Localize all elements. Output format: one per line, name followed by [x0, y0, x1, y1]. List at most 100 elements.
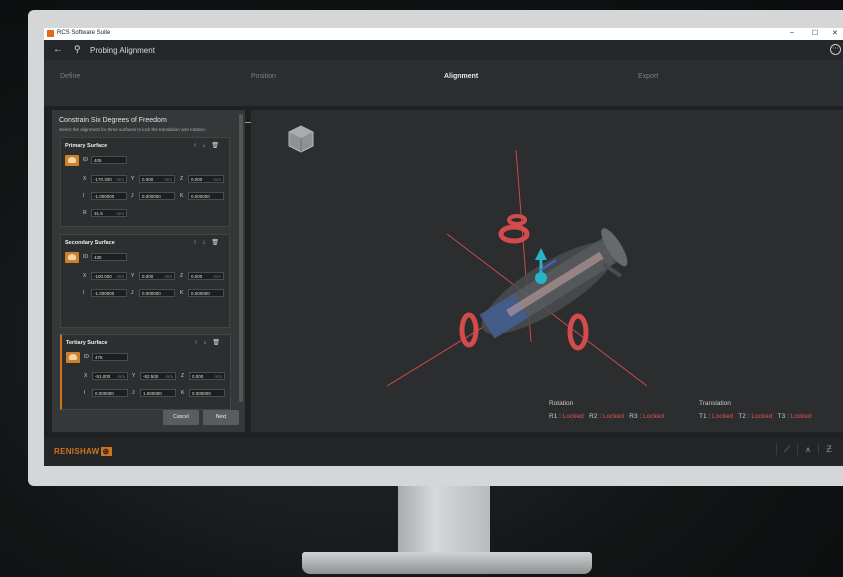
- r3-status: Locked: [642, 413, 664, 420]
- r1-status: Locked: [562, 413, 584, 420]
- monitor-stand-neck: [398, 486, 490, 554]
- step-export[interactable]: Export: [638, 73, 658, 80]
- translation-title: Translation: [699, 400, 731, 407]
- surface-id-field[interactable]: 430: [91, 253, 127, 261]
- r3-label: R3 :: [629, 413, 642, 420]
- delete-icon[interactable]: 🗑: [211, 240, 225, 246]
- rotation-title: Rotation: [549, 400, 574, 407]
- k-field[interactable]: 0.000000: [189, 389, 225, 397]
- y-field[interactable]: -82.500 mm: [140, 372, 176, 380]
- j-label: J: [131, 290, 134, 296]
- cylinder-body-shape: [479, 228, 628, 339]
- cylinder-surface-icon[interactable]: [65, 155, 79, 166]
- app-screen: RCS Software Suite – ☐ ✕ ← ⚲ Probing Ali…: [44, 28, 843, 466]
- j-field[interactable]: 0.000000: [139, 192, 175, 200]
- y-label: Y: [131, 176, 135, 182]
- r-label: R: [83, 210, 87, 216]
- z-field[interactable]: 0.000 mm: [189, 372, 225, 380]
- secondary-surface-card: Secondary Surface ↑↓🗑 ID 430 X -100.000 m…: [60, 234, 230, 328]
- delete-icon[interactable]: 🗑: [212, 340, 226, 346]
- x-field[interactable]: -170.300 mm: [91, 175, 127, 183]
- i-field[interactable]: -1.000000: [91, 289, 127, 297]
- panel-subheading: Select the alignment for three surfaces …: [59, 127, 207, 132]
- x-label: X: [83, 273, 87, 279]
- i-label: I: [83, 290, 85, 296]
- probe-tool-icon[interactable]: ⟋: [776, 444, 797, 455]
- surface-title: Primary Surface: [65, 143, 108, 149]
- t1-status: Locked: [712, 413, 733, 420]
- z-label: Z: [180, 176, 184, 182]
- maximize-button[interactable]: ☐: [812, 29, 818, 37]
- k-label: K: [180, 290, 184, 296]
- t3-label: T3 :: [777, 413, 789, 420]
- part-model: [288, 125, 648, 387]
- j-field[interactable]: 0.000000: [139, 289, 175, 297]
- upload-icon[interactable]: ⩚: [797, 444, 818, 455]
- primary-surface-card: Primary Surface ↑↓🗑 ID 405 X -170.300 mm …: [60, 137, 230, 227]
- page-title: Probing Alignment: [90, 46, 155, 55]
- cancel-button[interactable]: Cancel: [163, 410, 199, 425]
- step-position[interactable]: Position: [251, 73, 276, 80]
- probe-icon: ⚲: [74, 44, 81, 54]
- z-axis-icon[interactable]: Ƶ: [818, 444, 839, 454]
- brand-name: RENISHAW: [54, 447, 100, 456]
- surface-actions: ↑↓🗑: [193, 142, 225, 149]
- brand-mark-icon: ⊕: [100, 447, 112, 456]
- monitor-stand-foot: [302, 552, 592, 574]
- app-icon: [47, 30, 54, 37]
- id-label: ID: [83, 157, 88, 163]
- renishaw-logo: RENISHAW ⊕: [54, 447, 112, 456]
- delete-icon[interactable]: 🗑: [211, 143, 225, 149]
- z-label: Z: [180, 273, 184, 279]
- footer-toolbar: ⟋ ⩚ Ƶ: [776, 444, 839, 455]
- surface-actions: ↑↓🗑: [193, 239, 225, 246]
- x-field[interactable]: -51.000 mm: [92, 372, 128, 380]
- step-alignment[interactable]: Alignment: [444, 73, 478, 80]
- y-label: Y: [131, 273, 135, 279]
- panel-heading: Constrain Six Degrees of Freedom: [59, 117, 167, 124]
- surface-actions: ↑↓🗑: [194, 339, 226, 346]
- 3d-viewport[interactable]: Rotation Translation R1 : Locked R2 : Lo…: [251, 110, 843, 432]
- view-cube-icon: [288, 125, 314, 153]
- surface-id-field[interactable]: 475: [92, 353, 128, 361]
- i-field[interactable]: -1.000000: [91, 192, 127, 200]
- more-options-icon[interactable]: ⋯: [830, 44, 841, 55]
- surface-id-field[interactable]: 405: [91, 156, 127, 164]
- j-field[interactable]: 1.000000: [140, 389, 176, 397]
- translation-locks: T1 : Locked T2 : Locked T3 : Locked: [699, 413, 812, 420]
- surface-title: Tertiary Surface: [66, 340, 108, 346]
- rotation-locks: R1 : Locked R2 : Locked R3 : Locked: [549, 413, 664, 420]
- t1-label: T1 :: [699, 413, 711, 420]
- k-label: K: [181, 390, 185, 396]
- r1-label: R1 :: [549, 413, 561, 420]
- surface-title: Secondary Surface: [65, 240, 115, 246]
- z-field[interactable]: 0.000 mm: [188, 272, 224, 280]
- j-label: J: [132, 390, 135, 396]
- r2-status: Locked: [602, 413, 624, 420]
- i-field[interactable]: 0.000000: [92, 389, 128, 397]
- t3-status: Locked: [790, 413, 812, 420]
- cylinder-surface-icon[interactable]: [66, 352, 80, 363]
- minimize-button[interactable]: –: [790, 29, 794, 36]
- radius-field[interactable]: 31.5 mm: [91, 209, 127, 217]
- back-arrow-icon[interactable]: ←: [53, 44, 63, 55]
- x-field[interactable]: -100.000 mm: [91, 272, 127, 280]
- window-titlebar: RCS Software Suite – ☐ ✕: [44, 28, 843, 40]
- y-label: Y: [132, 373, 136, 379]
- close-button[interactable]: ✕: [832, 29, 838, 37]
- panel-scrollbar[interactable]: [239, 114, 243, 402]
- z-field[interactable]: 0.000 mm: [188, 175, 224, 183]
- plane-surface-icon[interactable]: [65, 252, 79, 263]
- i-label: I: [84, 390, 86, 396]
- next-button[interactable]: Next: [203, 410, 239, 425]
- step-define[interactable]: Define: [60, 73, 80, 80]
- k-field[interactable]: 0.000000: [188, 289, 224, 297]
- k-field[interactable]: 0.000000: [188, 192, 224, 200]
- r2-label: R2 :: [589, 413, 602, 420]
- window-title: RCS Software Suite: [57, 30, 111, 36]
- j-label: J: [131, 193, 134, 199]
- y-field[interactable]: 0.000 mm: [139, 175, 175, 183]
- y-field[interactable]: 0.000 mm: [139, 272, 175, 280]
- id-label: ID: [83, 254, 88, 260]
- k-label: K: [180, 193, 184, 199]
